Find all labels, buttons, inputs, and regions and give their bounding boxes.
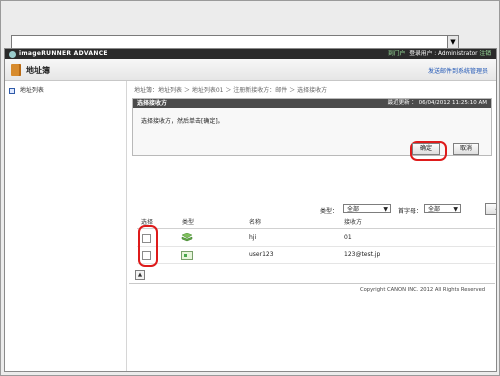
- browser-content: imageRUNNER ADVANCE 到门户 登录用户 : Administr…: [4, 48, 497, 372]
- address-input[interactable]: [11, 35, 459, 49]
- chevron-down-icon: ▼: [453, 206, 458, 213]
- login-user-text: 登录用户 : Administrator: [409, 51, 478, 57]
- copyright-text: Copyright CANON INC. 2012 All Rights Res…: [360, 287, 486, 293]
- recipient-cell: 123@test.jp: [344, 251, 381, 258]
- type-select-value: 全部: [347, 206, 360, 213]
- sidebar: 地址列表: [5, 81, 127, 371]
- index-select-value: 全部: [428, 206, 441, 213]
- col-recipient: 接收方: [344, 219, 363, 226]
- col-name: 名称: [249, 219, 262, 226]
- panel-title: 选择接收方: [137, 100, 168, 107]
- address-dropdown-button[interactable]: ▼: [447, 35, 459, 49]
- cancel-button[interactable]: 取消: [453, 143, 479, 155]
- email-mark-icon: [184, 254, 187, 257]
- breadcrumb: 地址簿：地址列表 ＞ 地址列表01 ＞ 注册新接收方：邮件 ＞ 选择接收方: [134, 87, 328, 94]
- filter-bar: 类型： 全部 ▼ 首字母： 全部 ▼: [320, 203, 478, 215]
- group-icon: [181, 232, 193, 242]
- main-content: 地址簿：地址列表 ＞ 地址列表01 ＞ 注册新接收方：邮件 ＞ 选择接收方 选择…: [127, 81, 496, 371]
- window-frame: ▼ imageRUNNER ADVANCE 到门户 登录用户 : Adminis…: [0, 0, 500, 376]
- notify-admin-link[interactable]: 发送邮件到系统管理员: [428, 66, 488, 75]
- table-row: user123 123@test.jp: [137, 247, 495, 264]
- type-select[interactable]: 全部 ▼: [343, 204, 391, 213]
- type-label: 类型：: [320, 208, 339, 215]
- name-cell: hji: [249, 234, 257, 241]
- scroll-top-button[interactable]: ▲: [135, 270, 145, 280]
- chevron-down-icon: ▼: [383, 206, 388, 213]
- table-header: 选择 类型 名称 接收方: [137, 218, 495, 229]
- instruction-text: 选择接收方，然后单击[确定]。: [141, 118, 224, 125]
- ok-button[interactable]: 确定: [412, 143, 440, 155]
- brand-name: imageRUNNER ADVANCE: [19, 50, 108, 57]
- last-updated-text: 最近更新 ： 06/04/2012 11:25:10 AM: [387, 100, 487, 106]
- col-type: 类型: [182, 219, 195, 226]
- panel-header: 选择接收方 最近更新 ： 06/04/2012 11:25:10 AM: [133, 99, 491, 108]
- recipient-cell: 01: [344, 234, 352, 241]
- display-button[interactable]: 显示: [485, 203, 496, 215]
- page-title: 地址簿: [26, 66, 50, 75]
- sidebar-item-address-list[interactable]: 地址列表: [9, 85, 44, 94]
- list-icon: [9, 87, 15, 94]
- index-label: 首字母：: [398, 208, 423, 215]
- sidebar-item-label: 地址列表: [19, 87, 44, 94]
- index-select[interactable]: 全部 ▼: [424, 204, 461, 213]
- brand-logo-icon: [9, 50, 16, 58]
- highlight-ring: [138, 225, 158, 267]
- footer-divider: [129, 283, 495, 284]
- select-recipient-panel: 选择接收方 最近更新 ： 06/04/2012 11:25:10 AM 选择接收…: [132, 98, 492, 161]
- table-row: hji 01: [137, 230, 495, 247]
- email-icon: [181, 251, 193, 260]
- address-book-icon: [11, 64, 21, 76]
- portal-link[interactable]: 到门户: [388, 51, 405, 57]
- name-cell: user123: [249, 251, 274, 258]
- title-bar: 地址簿 发送邮件到系统管理员: [5, 59, 496, 81]
- top-bar: imageRUNNER ADVANCE 到门户 登录用户 : Administr…: [5, 49, 496, 59]
- top-links: 到门户 登录用户 : Administrator 注销: [388, 49, 493, 59]
- logout-link[interactable]: 注销: [479, 51, 491, 57]
- brand: imageRUNNER ADVANCE: [9, 49, 108, 59]
